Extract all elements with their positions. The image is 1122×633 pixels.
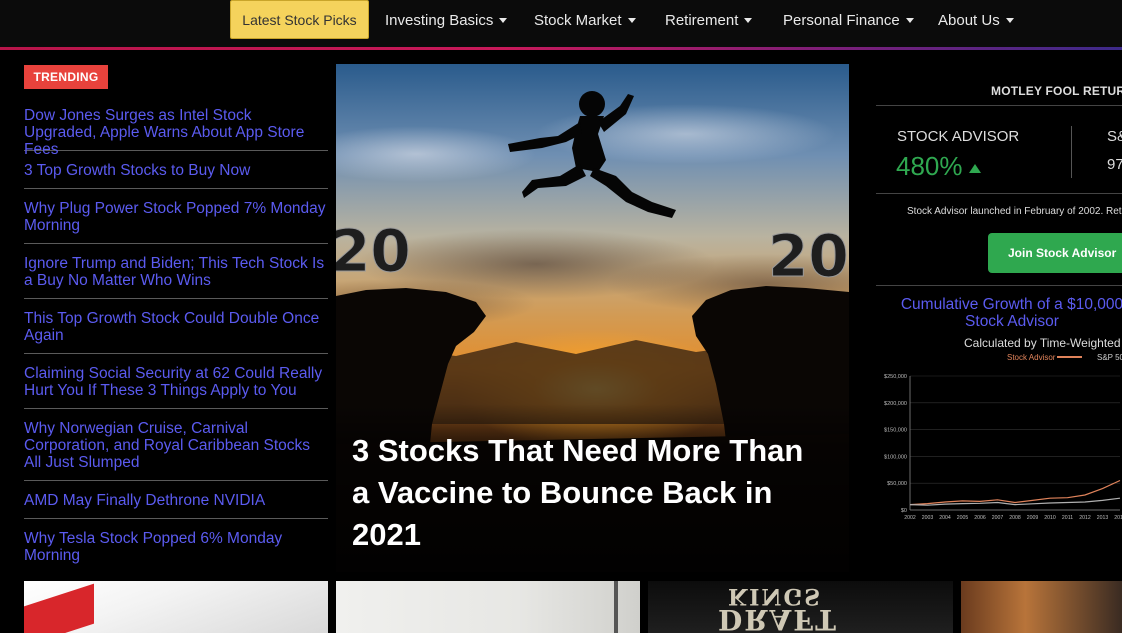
- returns-header: MOTLEY FOOL RETURNS: [876, 84, 1122, 106]
- list-item: Why Norwegian Cruise, Carnival Corporati…: [24, 409, 328, 481]
- nav-item-investing-basics[interactable]: Investing Basics: [385, 10, 508, 30]
- legend-stock-advisor: Stock Advisor: [1007, 353, 1056, 362]
- list-item: Why Plug Power Stock Popped 7% Monday Mo…: [24, 189, 328, 244]
- chevron-down-icon: [627, 17, 636, 23]
- up-arrow-icon: [969, 164, 981, 173]
- article-thumbnail[interactable]: [24, 581, 328, 633]
- growth-chart-subtitle: Calculated by Time-Weighted: [964, 336, 1121, 350]
- nav-item-retirement[interactable]: Retirement: [665, 10, 753, 30]
- nav-item-personal-finance[interactable]: Personal Finance: [783, 10, 914, 30]
- y-tick-label: $100,000: [884, 454, 907, 460]
- divider: [876, 285, 1122, 286]
- list-item: AMD May Finally Dethrone NVIDIA: [24, 481, 328, 519]
- series-line-s-p-50: [909, 497, 1121, 506]
- list-item: This Top Growth Stock Could Double Once …: [24, 299, 328, 354]
- trending-link[interactable]: 3 Top Growth Stocks to Buy Now: [24, 162, 328, 179]
- y-tick-label: $200,000: [884, 401, 907, 407]
- chevron-down-icon: [744, 17, 753, 23]
- latest-stock-picks-button[interactable]: Latest Stock Picks: [230, 0, 369, 39]
- stock-advisor-return: 480%: [896, 151, 963, 181]
- list-item: Ignore Trump and Biden; This Tech Stock …: [24, 244, 328, 299]
- list-item: Claiming Social Security at 62 Could Rea…: [24, 354, 328, 409]
- list-item: Dow Jones Surges as Intel Stock Upgraded…: [24, 107, 328, 158]
- nav-item-stock-market[interactable]: Stock Market: [534, 10, 636, 30]
- x-tick-label: 2009: [1027, 515, 1039, 521]
- article-thumbnail[interactable]: KINGS DRAFT: [648, 581, 953, 633]
- trending-link[interactable]: Why Tesla Stock Popped 6% Monday Morning: [24, 530, 328, 564]
- y-tick-label: $50,000: [887, 481, 907, 487]
- growth-title-line2: Stock Advisor: [965, 313, 1059, 330]
- thumb-text: DRAFT: [718, 603, 838, 633]
- list-item: 3 Top Growth Stocks to Buy Now: [24, 151, 328, 189]
- trending-link[interactable]: AMD May Finally Dethrone NVIDIA: [24, 492, 328, 509]
- chevron-down-icon: [499, 17, 508, 23]
- trending-badge: TRENDING: [24, 65, 108, 89]
- legend-swatch: [1057, 356, 1082, 358]
- x-tick-label: 2010: [1044, 515, 1056, 521]
- nav-item-label: About Us: [938, 11, 1000, 29]
- series-line-stock-advisor: [909, 479, 1121, 506]
- article-thumbnail[interactable]: [336, 581, 640, 633]
- sp-label: S&P: [1107, 128, 1122, 145]
- x-tick-label: 2006: [974, 515, 986, 521]
- top-nav: Latest Stock Picks Investing Basics Stoc…: [0, 0, 1122, 47]
- x-tick-label: 2013: [1097, 515, 1109, 521]
- legend-sp: S&P 50: [1097, 353, 1122, 362]
- list-item: Why Tesla Stock Popped 6% Monday Morning: [24, 519, 328, 574]
- nav-item-label: Retirement: [665, 11, 739, 29]
- x-tick-label: 2002: [904, 515, 916, 521]
- y-tick-label: $250,000: [884, 374, 907, 380]
- join-stock-advisor-button[interactable]: Join Stock Advisor: [988, 233, 1122, 273]
- chevron-down-icon: [905, 17, 914, 23]
- trending-link[interactable]: Claiming Social Security at 62 Could Rea…: [24, 365, 328, 399]
- x-tick-label: 2008: [1009, 515, 1021, 521]
- x-tick-label: 2004: [939, 515, 951, 521]
- x-tick-label: 2003: [922, 515, 934, 521]
- x-tick-label: 2007: [992, 515, 1004, 521]
- divider: [876, 193, 1122, 194]
- trending-link[interactable]: Ignore Trump and Biden; This Tech Stock …: [24, 255, 328, 289]
- growth-title-line1: Cumulative Growth of a $10,000: [900, 296, 1122, 313]
- trending-list: Dow Jones Surges as Intel Stock Upgraded…: [24, 107, 328, 574]
- hero-article[interactable]: 20 20 3 Stocks That Need More Than a Vac…: [336, 64, 849, 572]
- x-tick-label: 2012: [1079, 515, 1091, 521]
- x-tick-label: 2011: [1062, 515, 1073, 521]
- launch-note: Stock Advisor launched in February of 20…: [907, 206, 1122, 217]
- hero-headline[interactable]: 3 Stocks That Need More Than a Vaccine t…: [352, 430, 812, 556]
- nav-item-label: Stock Market: [534, 11, 622, 29]
- divider: [1071, 126, 1072, 178]
- nav-item-label: Personal Finance: [783, 11, 900, 29]
- growth-chart-title[interactable]: Cumulative Growth of a $10,000 Stock Adv…: [882, 296, 1122, 330]
- growth-chart: $250,000 $200,000 $150,000 $100,000 $50,000 $…: [884, 374, 1122, 521]
- stock-advisor-label: STOCK ADVISOR: [897, 128, 1020, 145]
- thumb-pole: [614, 581, 618, 633]
- trending-link[interactable]: Why Plug Power Stock Popped 7% Monday Mo…: [24, 200, 328, 234]
- nav-item-about-us[interactable]: About Us: [938, 10, 1014, 30]
- sp-return: 97: [1107, 156, 1122, 173]
- y-tick-label: $0: [901, 508, 907, 514]
- thumb-red-shape: [24, 583, 94, 633]
- article-thumbnail[interactable]: [961, 581, 1122, 633]
- chevron-down-icon: [1005, 17, 1014, 23]
- trending-link[interactable]: This Top Growth Stock Could Double Once …: [24, 310, 328, 344]
- nav-item-label: Investing Basics: [385, 11, 494, 29]
- y-tick-label: $150,000: [884, 428, 907, 434]
- x-tick-label: 2014: [1114, 515, 1122, 521]
- nav-accent-bar: [0, 47, 1122, 50]
- trending-link[interactable]: Why Norwegian Cruise, Carnival Corporati…: [24, 420, 328, 471]
- x-tick-label: 2005: [957, 515, 969, 521]
